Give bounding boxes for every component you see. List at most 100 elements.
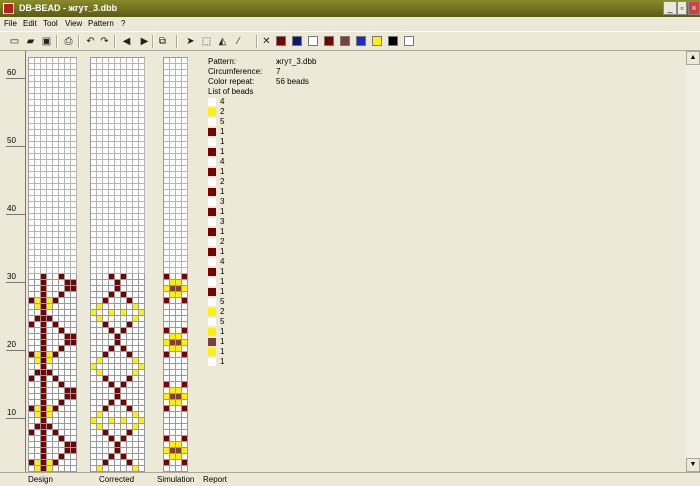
menu-edit[interactable]: Edit xyxy=(23,19,37,28)
close-button[interactable]: × xyxy=(688,1,700,15)
fill-icon[interactable]: ◭ xyxy=(216,35,229,48)
undo-icon[interactable]: ↶ xyxy=(84,35,97,48)
palette-swatch[interactable] xyxy=(292,36,302,46)
simulation-grid[interactable] xyxy=(163,57,188,478)
design-grid[interactable] xyxy=(28,57,77,478)
menu-tool[interactable]: Tool xyxy=(43,19,58,28)
bead-color-chip xyxy=(208,128,216,136)
minimize-button[interactable]: _ xyxy=(663,1,677,15)
ruler-line xyxy=(25,51,26,472)
bead-color-chip xyxy=(208,238,216,246)
bead-color-chip xyxy=(208,218,216,226)
ruler-label: 60 xyxy=(7,68,16,77)
bead-count: 1 xyxy=(220,267,225,276)
bead-count: 1 xyxy=(220,277,225,286)
bead-count: 5 xyxy=(220,317,225,326)
toolbar-separator xyxy=(114,35,116,48)
palette-swatch[interactable] xyxy=(324,36,334,46)
bead-color-chip xyxy=(208,318,216,326)
save-icon[interactable]: ▣ xyxy=(40,35,53,48)
bead-count: 2 xyxy=(220,107,225,116)
palette-swatch[interactable] xyxy=(340,36,350,46)
bead-count: 5 xyxy=(220,297,225,306)
maximize-button[interactable]: ▫ xyxy=(677,1,687,15)
palette-swatch[interactable] xyxy=(404,36,414,46)
ruler-label: 10 xyxy=(7,408,16,417)
palette-swatch[interactable] xyxy=(276,36,286,46)
picker-icon[interactable]: ⁄ xyxy=(232,35,245,48)
menu-file[interactable]: File xyxy=(4,19,17,28)
bead-count: 2 xyxy=(220,237,225,246)
bead-count: 4 xyxy=(220,97,225,106)
next-icon[interactable]: ▶ xyxy=(138,35,151,48)
bead-color-chip xyxy=(208,158,216,166)
tab-design[interactable]: Design xyxy=(28,475,53,484)
prev-icon[interactable]: ◀ xyxy=(120,35,133,48)
bead-color-chip xyxy=(208,108,216,116)
bead-count: 1 xyxy=(220,247,225,256)
bead-color-chip xyxy=(208,258,216,266)
vertical-scrollbar[interactable]: ▲ ▼ xyxy=(686,51,700,472)
circumference-label: Circumference: xyxy=(208,67,263,76)
bead-color-chip xyxy=(208,228,216,236)
print-icon[interactable]: ⎙ xyxy=(62,35,75,48)
toolbar-separator xyxy=(176,35,178,48)
bead-color-chip xyxy=(208,178,216,186)
bead-count: 1 xyxy=(220,347,225,356)
palette-swatch[interactable] xyxy=(356,36,366,46)
palette-swatch[interactable] xyxy=(308,36,318,46)
clear-color-icon[interactable]: ✕ xyxy=(260,35,273,48)
bead-color-chip xyxy=(208,248,216,256)
toolbar: ▭ ▰ ▣ ⎙ ↶ ↷ ◀ ▶ ⧉ ➤ ⬚ ◭ ⁄ ✕ xyxy=(0,31,700,51)
menu-bar: File Edit Tool View Pattern ? xyxy=(0,17,700,31)
bead-color-chip xyxy=(208,168,216,176)
ruler-tick xyxy=(6,78,26,79)
ruler-tick xyxy=(6,282,26,283)
bead-color-chip xyxy=(208,308,216,316)
tab-report[interactable]: Report xyxy=(203,475,227,484)
ruler-label: 20 xyxy=(7,340,16,349)
redo-icon[interactable]: ↷ xyxy=(98,35,111,48)
palette-swatch[interactable] xyxy=(372,36,382,46)
menu-view[interactable]: View xyxy=(65,19,82,28)
bead-color-chip xyxy=(208,268,216,276)
bead-color-chip xyxy=(208,298,216,306)
bead-color-chip xyxy=(208,288,216,296)
menu-help[interactable]: ? xyxy=(121,19,125,28)
bead-count: 4 xyxy=(220,257,225,266)
corrected-grid[interactable] xyxy=(90,57,145,478)
new-icon[interactable]: ▭ xyxy=(8,35,21,48)
select-icon[interactable]: ⬚ xyxy=(200,35,213,48)
ruler-label: 50 xyxy=(7,136,16,145)
pattern-value: жгут_3.dbb xyxy=(276,57,317,66)
bead-color-chip xyxy=(208,278,216,286)
bead-count: 1 xyxy=(220,127,225,136)
scroll-up-icon[interactable]: ▲ xyxy=(686,51,700,65)
color-repeat-label: Color repeat: xyxy=(208,77,255,86)
copy-icon[interactable]: ⧉ xyxy=(156,35,169,48)
pattern-canvas[interactable]: 60 50 40 30 20 10 Pattern: жгут_3.dbb Circumf… xyxy=(0,51,686,478)
row-ruler: 60 50 40 30 20 10 xyxy=(0,51,26,472)
bead-color-chip xyxy=(208,358,216,366)
pattern-label: Pattern: xyxy=(208,57,237,66)
bead-color-chip xyxy=(208,338,216,346)
bead-color-chip xyxy=(208,118,216,126)
app-icon[interactable] xyxy=(3,3,14,14)
palette-swatch[interactable] xyxy=(388,36,398,46)
bead-count: 1 xyxy=(220,137,225,146)
title-bar: DB-BEAD - жгут_3.dbb _ ▫ × xyxy=(0,0,700,17)
open-icon[interactable]: ▰ xyxy=(24,35,37,48)
bead-color-chip xyxy=(208,138,216,146)
pointer-icon[interactable]: ➤ xyxy=(184,35,197,48)
tab-corrected[interactable]: Corrected xyxy=(99,475,134,484)
menu-pattern[interactable]: Pattern xyxy=(88,19,114,28)
bead-count: 2 xyxy=(220,307,225,316)
tab-simulation[interactable]: Simulation xyxy=(157,475,194,484)
ruler-tick xyxy=(6,418,26,419)
scroll-down-icon[interactable]: ▼ xyxy=(686,458,700,472)
bead-count: 3 xyxy=(220,197,225,206)
window-title: DB-BEAD - жгут_3.dbb xyxy=(19,3,118,13)
bead-count: 1 xyxy=(220,337,225,346)
circumference-value: 7 xyxy=(276,67,281,76)
color-repeat-value: 56 beads xyxy=(276,77,309,86)
